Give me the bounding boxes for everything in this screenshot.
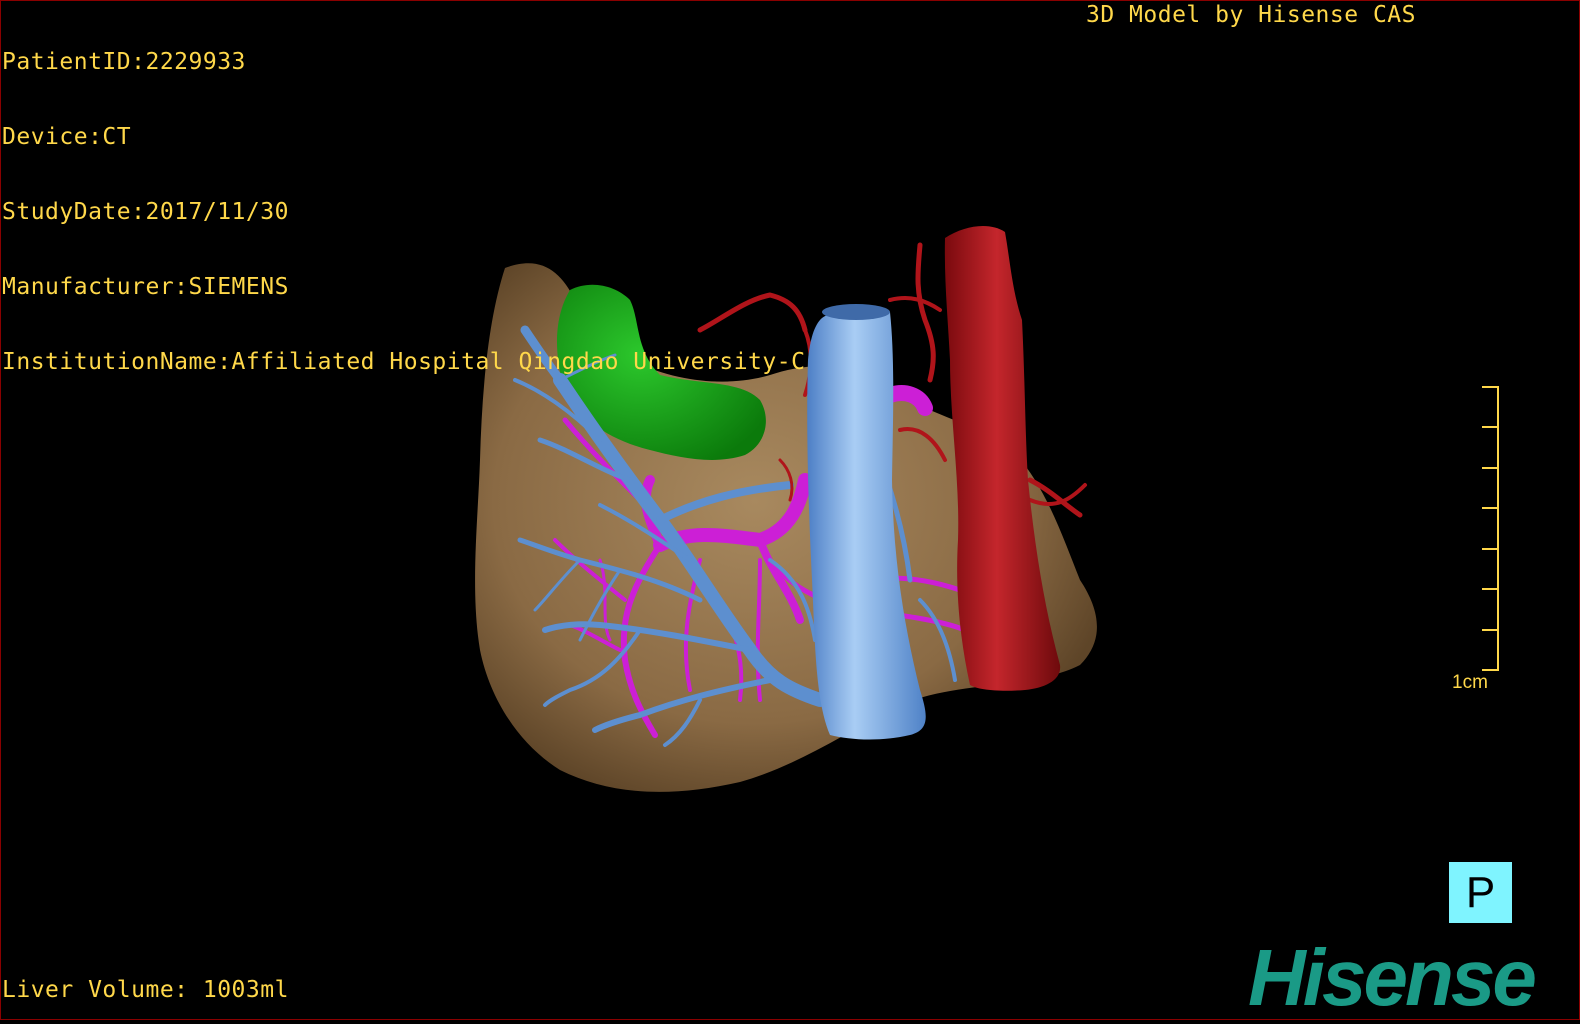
patient-id: PatientID:2229933 — [2, 49, 246, 75]
hisense-logo: Hisense — [1248, 933, 1537, 1022]
study-date: StudyDate:2017/11/30 — [2, 199, 289, 225]
scale-bar-label: 1cm — [1452, 672, 1488, 693]
aorta — [944, 226, 1061, 691]
institution-name: InstitutionName:Affiliated Hospital Qing… — [2, 349, 806, 375]
scale-bar — [1482, 386, 1499, 671]
dicom-info-overlay: PatientID:2229933 Device:CT StudyDate:20… — [2, 0, 805, 400]
orientation-marker-button[interactable]: P — [1449, 862, 1512, 923]
ivc-top-opening — [822, 304, 890, 320]
device: Device:CT — [2, 124, 132, 150]
manufacturer: Manufacturer:SIEMENS — [2, 274, 289, 300]
model-credit: 3D Model by Hisense CAS — [1086, 2, 1416, 28]
liver-volume: Liver Volume: 1003ml — [2, 977, 289, 1003]
